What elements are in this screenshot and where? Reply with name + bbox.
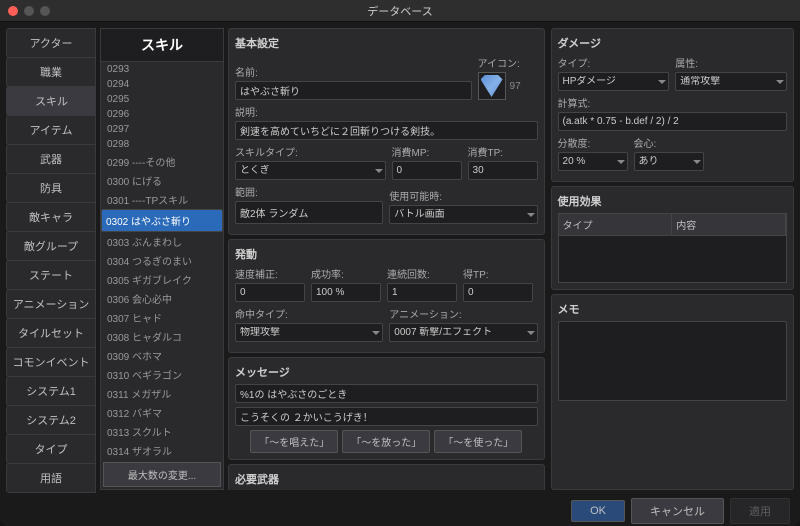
icon-id: 97 <box>510 81 521 92</box>
variance-select[interactable]: 20 % <box>558 152 628 171</box>
required-weapon-group: 必要武器 武器タイプ1:剣 武器タイプ2:大剣 <box>228 464 545 490</box>
list-item[interactable]: 0313 スクルト <box>101 422 223 441</box>
occasion-select[interactable]: バトル画面 <box>389 205 537 224</box>
category-tab[interactable]: ステート <box>6 260 96 290</box>
category-tab[interactable]: タイプ <box>6 434 96 464</box>
list-item[interactable]: 0301 ----TPスキル <box>101 190 223 209</box>
category-tab[interactable]: アニメーション <box>6 289 96 319</box>
scope-select[interactable]: 敵2体 ランダム <box>235 201 383 224</box>
tp-input[interactable] <box>468 161 538 180</box>
list-item[interactable]: 0296 <box>101 107 223 122</box>
msg-preset-release[interactable]: 「～を放った」 <box>342 430 430 453</box>
list-item[interactable]: 0303 ぶんまわし <box>101 232 223 251</box>
icon-picker[interactable] <box>478 72 506 100</box>
list-item[interactable]: 0295 <box>101 92 223 107</box>
msg-preset-use[interactable]: 「～を使った」 <box>434 430 522 453</box>
category-tab[interactable]: 武器 <box>6 144 96 174</box>
repeat-input[interactable] <box>387 283 457 302</box>
cancel-button[interactable]: キャンセル <box>631 498 724 524</box>
category-tab[interactable]: 用語 <box>6 463 96 493</box>
change-max-button[interactable]: 最大数の変更... <box>103 462 221 487</box>
list-item[interactable]: 0293 <box>101 62 223 77</box>
list-item[interactable]: 0311 メガザル <box>101 384 223 403</box>
message-group: メッセージ 「～を唱えた」 「～を放った」 「～を使った」 <box>228 357 545 460</box>
damage-group: ダメージ タイプ:HPダメージ 属性:通常攻撃 計算式: 分散度:20 % 会心… <box>551 28 794 182</box>
success-input[interactable] <box>311 283 381 302</box>
category-tab[interactable]: コモンイベント <box>6 347 96 377</box>
element-select[interactable]: 通常攻撃 <box>675 72 787 91</box>
apply-button: 適用 <box>730 498 790 524</box>
category-tab[interactable]: 敵グループ <box>6 231 96 261</box>
list-item[interactable]: 0304 つるぎのまい <box>101 251 223 270</box>
invocation-group: 発動 速度補正: 成功率: 連続回数: 得TP: 命中タイプ:物理攻撃 アニメー… <box>228 239 545 353</box>
skill-type-select[interactable]: とくぎ <box>235 161 386 180</box>
list-item[interactable]: 0302 はやぶさ斬り <box>101 209 223 232</box>
list-item[interactable]: 0312 バギマ <box>101 403 223 422</box>
memo-textarea[interactable] <box>558 321 787 401</box>
animation-select[interactable]: 0007 斬撃/エフェクト <box>389 323 537 342</box>
list-item[interactable]: 0308 ヒャダルコ <box>101 327 223 346</box>
ok-button[interactable]: OK <box>571 500 625 522</box>
skill-list[interactable]: 0293 0294 0295 0296 0297 0298 0299 ----そ… <box>101 62 223 460</box>
category-tab[interactable]: アイテム <box>6 115 96 145</box>
speed-input[interactable] <box>235 283 305 302</box>
hit-type-select[interactable]: 物理攻撃 <box>235 323 383 342</box>
category-tab[interactable]: システム1 <box>6 376 96 406</box>
message-line2[interactable] <box>235 407 538 426</box>
list-item[interactable]: 0299 ----その他 <box>101 152 223 171</box>
category-tab[interactable]: 敵キャラ <box>6 202 96 232</box>
damage-type-select[interactable]: HPダメージ <box>558 72 670 91</box>
category-tabs: アクター職業スキルアイテム武器防具敵キャラ敵グループステートアニメーションタイル… <box>6 28 96 490</box>
list-item[interactable]: 0306 会心必中 <box>101 289 223 308</box>
list-item[interactable]: 0314 ザオラル <box>101 441 223 460</box>
sword-icon <box>481 75 503 97</box>
list-item[interactable]: 0310 ベギラゴン <box>101 365 223 384</box>
desc-input[interactable] <box>235 121 538 140</box>
basic-settings-group: 基本設定 名前: アイコン: 97 説明: スキルタイプ:とくぎ 消費MP: 消… <box>228 28 545 235</box>
list-item[interactable]: 0305 ギガブレイク <box>101 270 223 289</box>
formula-input[interactable] <box>558 112 787 131</box>
list-item[interactable]: 0297 <box>101 122 223 137</box>
category-tab[interactable]: システム2 <box>6 405 96 435</box>
list-item[interactable]: 0300 にげる <box>101 171 223 190</box>
msg-preset-cast[interactable]: 「～を唱えた」 <box>250 430 338 453</box>
list-item[interactable]: 0307 ヒャド <box>101 308 223 327</box>
memo-group: メモ <box>551 294 794 490</box>
effects-table[interactable]: タイプ内容 <box>558 213 787 283</box>
window-title: データベース <box>0 3 800 19</box>
category-tab[interactable]: タイルセット <box>6 318 96 348</box>
category-tab[interactable]: アクター <box>6 28 96 58</box>
name-input[interactable] <box>235 81 472 100</box>
list-title: スキル <box>101 29 223 62</box>
effects-group: 使用効果 タイプ内容 <box>551 186 794 290</box>
category-tab[interactable]: スキル <box>6 86 96 116</box>
tpgain-input[interactable] <box>463 283 533 302</box>
list-item[interactable]: 0298 <box>101 137 223 152</box>
category-tab[interactable]: 職業 <box>6 57 96 87</box>
message-line1[interactable] <box>235 384 538 403</box>
list-item[interactable]: 0309 ベホマ <box>101 346 223 365</box>
critical-select[interactable]: あり <box>634 152 704 171</box>
list-item[interactable]: 0294 <box>101 77 223 92</box>
mp-input[interactable] <box>392 161 462 180</box>
group-title: 基本設定 <box>235 35 538 51</box>
category-tab[interactable]: 防具 <box>6 173 96 203</box>
